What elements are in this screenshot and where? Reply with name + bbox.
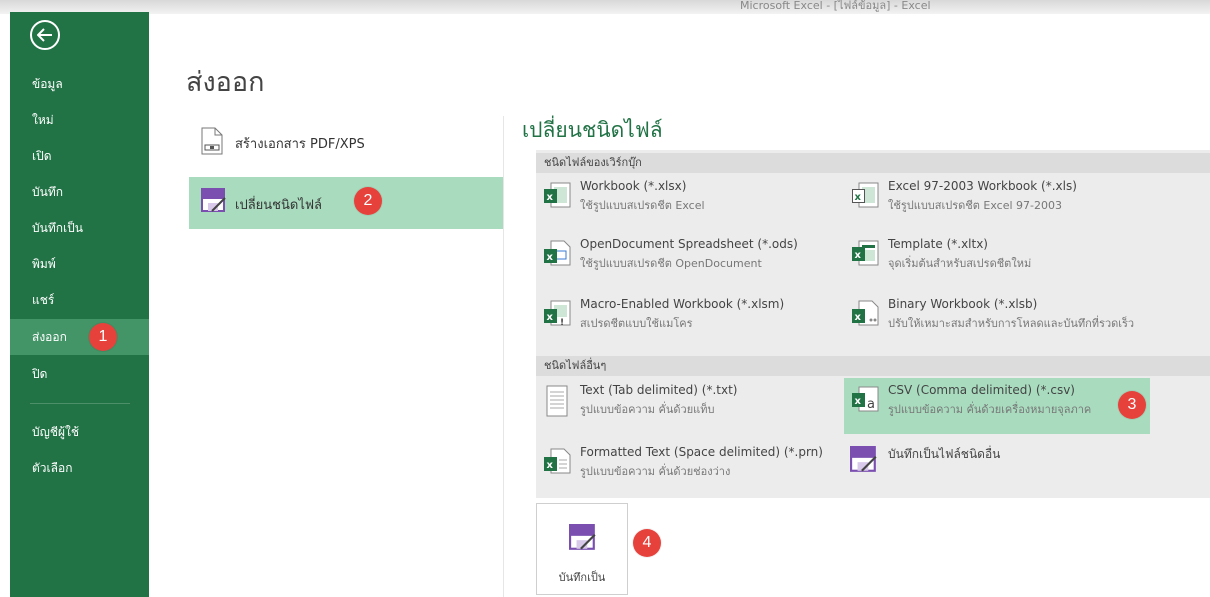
backstage-sidebar: ข้อมูล ใหม่ เปิด บันทึก บันทึกเป็น พิมพ์… [10,12,149,597]
save-as-button[interactable]: บันทึกเป็น [536,503,628,595]
file-type-txt[interactable]: Text (Tab delimited) (*.txt) รูปแบบข้อคว… [536,378,836,434]
step-badge-4: 4 [633,529,661,557]
page-title: ส่งออก [186,67,265,98]
nav-open[interactable]: เปิด [10,138,149,174]
back-button[interactable] [30,20,60,50]
excel-template-icon: x [850,238,880,272]
window-title: Microsoft Excel - [ไฟล์ข้อมูล] - Excel [740,0,931,12]
step-badge-1: 1 [89,323,117,351]
svg-text:x: x [855,396,862,407]
svg-text:!: ! [560,318,564,328]
file-type-ods[interactable]: x OpenDocument Spreadsheet (*.ods) ใช้รู… [536,232,836,288]
file-type-name: Text (Tab delimited) (*.txt) [580,383,738,397]
svg-text:x: x [547,192,554,203]
excel-legacy-icon: x [850,180,880,214]
arrow-left-icon [37,28,52,42]
svg-text:x: x [547,312,554,323]
pdf-document-icon [201,127,223,159]
nav-export[interactable]: ส่งออก [10,319,149,355]
nav-print[interactable]: พิมพ์ [10,246,149,282]
step-badge-3: 3 [1118,391,1146,419]
file-type-xltx[interactable]: x Template (*.xltx) จุดเริ่มต้นสำหรับสเป… [844,232,1174,288]
option-label: สร้างเอกสาร PDF/XPS [235,137,365,152]
file-type-description: รูปแบบข้อความ คั่นด้วยช่องว่าง [580,465,731,478]
nav-new[interactable]: ใหม่ [10,102,149,138]
nav-close[interactable]: ปิด [10,356,149,392]
step-badge-2: 2 [354,187,382,215]
save-as-other-icon [850,446,878,478]
file-type-description: สเปรดชีตแบบใช้แมโคร [580,317,693,330]
nav-options[interactable]: ตัวเลือก [10,450,149,486]
file-type-name: Template (*.xltx) [888,237,988,251]
file-type-description: ปรับให้เหมาะสมสำหรับการโหลดและบันทึกที่ร… [888,317,1135,330]
nav-divider [30,403,130,404]
nav-share[interactable]: แชร์ [10,282,149,318]
option-label: เปลี่ยนชนิดไฟล์ [235,198,323,213]
file-type-name: Workbook (*.xlsx) [580,179,687,193]
macro-workbook-icon: x! [542,298,572,332]
file-type-name: OpenDocument Spreadsheet (*.ods) [580,237,798,251]
file-type-description: ใช้รูปแบบสเปรดชีต Excel 97-2003 [888,199,1062,212]
file-type-xlsx[interactable]: x Workbook (*.xlsx) ใช้รูปแบบสเปรดชีต Ex… [536,174,836,230]
file-type-name: Binary Workbook (*.xlsb) [888,297,1038,311]
nav-save-as[interactable]: บันทึกเป็น [10,210,149,246]
svg-text:x: x [547,252,554,263]
option-change-file-type[interactable]: เปลี่ยนชนิดไฟล์ [189,177,503,229]
opendocument-icon: x [542,238,572,272]
nav-account[interactable]: บัญชีผู้ใช้ [10,414,149,450]
csv-file-icon: ax [850,384,880,418]
file-type-name: Formatted Text (Space delimited) (*.prn) [580,445,823,459]
svg-text:x: x [855,312,862,323]
file-type-name: Excel 97-2003 Workbook (*.xls) [888,179,1077,193]
file-type-description: ใช้รูปแบบสเปรดชีต OpenDocument [580,257,762,270]
svg-text:x: x [855,192,862,203]
nav-save[interactable]: บันทึก [10,174,149,210]
title-bar: Microsoft Excel - [ไฟล์ข้อมูล] - Excel [0,0,1210,14]
change-file-type-icon [201,188,227,218]
file-type-name: Macro-Enabled Workbook (*.xlsm) [580,297,785,311]
binary-workbook-icon: x [850,298,880,332]
save-as-icon [569,524,597,556]
file-type-csv[interactable]: ax CSV (Comma delimited) (*.csv) รูปแบบข… [844,378,1150,434]
svg-text:x: x [547,460,554,471]
change-file-type-title: เปลี่ยนชนิดไฟล์ [522,118,663,142]
svg-text:x: x [855,250,862,261]
file-type-xlsb[interactable]: x Binary Workbook (*.xlsb) ปรับให้เหมาะส… [844,292,1174,348]
section-workbook-file-types: ชนิดไฟล์ของเวิร์กบุ๊ก [536,153,1210,173]
file-type-description: ใช้รูปแบบสเปรดชีต Excel [580,199,705,212]
file-type-name: CSV (Comma delimited) (*.csv) [888,383,1075,397]
nav-info[interactable]: ข้อมูล [10,66,149,102]
file-type-save-as-other[interactable]: บันทึกเป็นไฟล์ชนิดอื่น [844,440,1174,496]
file-type-xls[interactable]: x Excel 97-2003 Workbook (*.xls) ใช้รูปแ… [844,174,1174,230]
formatted-text-icon: x [542,446,572,480]
file-type-prn[interactable]: x Formatted Text (Space delimited) (*.pr… [536,440,836,496]
file-type-description: จุดเริ่มต้นสำหรับสเปรดชีตใหม่ [888,257,1032,270]
svg-text:a: a [867,397,875,412]
text-file-icon [542,384,572,422]
column-divider [503,116,504,597]
save-as-label: บันทึกเป็น [558,571,606,584]
file-type-description: รูปแบบข้อความ คั่นด้วยแท็บ [580,403,715,416]
file-type-xlsm[interactable]: x! Macro-Enabled Workbook (*.xlsm) สเปรด… [536,292,836,348]
file-type-name: บันทึกเป็นไฟล์ชนิดอื่น [888,447,1001,461]
excel-workbook-icon: x [542,180,572,214]
option-create-pdf-xps[interactable]: สร้างเอกสาร PDF/XPS [189,116,503,168]
section-other-file-types: ชนิดไฟล์อื่นๆ [536,356,1210,376]
file-type-description: รูปแบบข้อความ คั่นด้วยเครื่องหมายจุลภาค [888,403,1092,416]
